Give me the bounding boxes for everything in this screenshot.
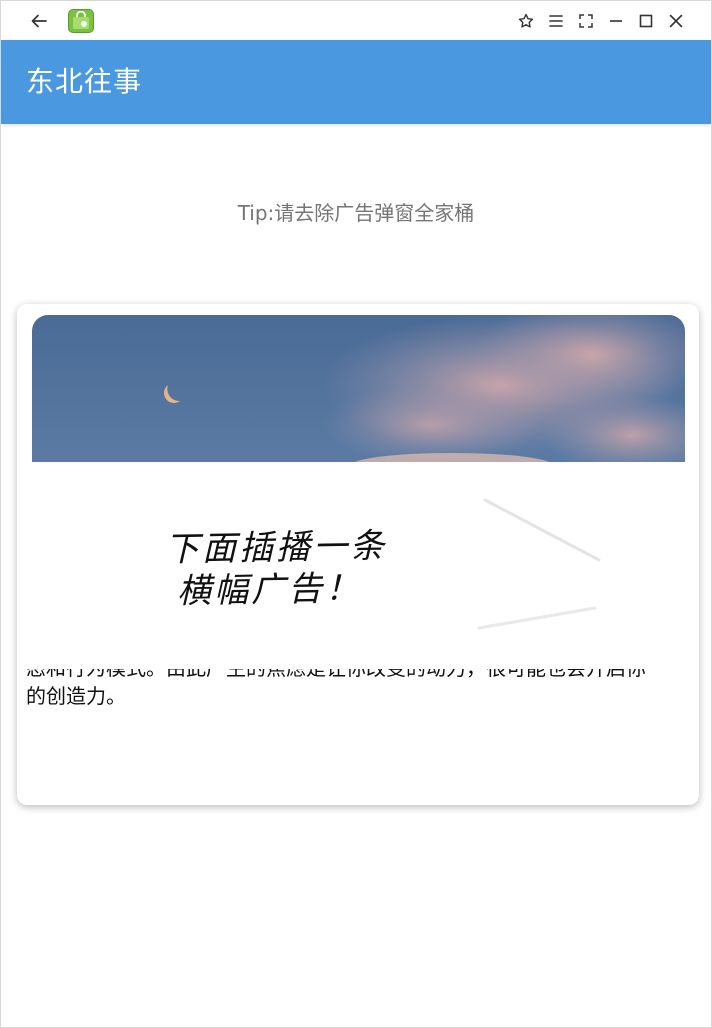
tip-text: Tip:请去除广告弹窗全家桶 bbox=[237, 201, 475, 225]
banner-text-line2: 横幅广告！ bbox=[176, 568, 363, 612]
minimize-icon bbox=[610, 20, 622, 22]
article-last-line: 的创造力。 bbox=[26, 684, 126, 708]
fullscreen-button[interactable] bbox=[574, 9, 598, 33]
fullscreen-icon bbox=[579, 14, 593, 28]
pin-button[interactable] bbox=[514, 9, 538, 33]
menu-button[interactable] bbox=[544, 9, 568, 33]
back-button[interactable] bbox=[27, 9, 51, 33]
app-window: 东北往事 Tip:请去除广告弹窗全家桶 下面插播一条 横幅广告！ 的创造力。 bbox=[0, 0, 712, 1028]
maximize-button[interactable] bbox=[634, 9, 658, 33]
close-button[interactable] bbox=[664, 9, 688, 33]
article-partial-line: 态和行为模式。由此产生的焦虑是让你改变的动力，很可能也会开启你 bbox=[26, 669, 696, 683]
menu-icon bbox=[549, 15, 563, 27]
close-icon bbox=[669, 14, 683, 28]
minimize-button[interactable] bbox=[604, 9, 628, 33]
arrow-left-icon bbox=[31, 14, 47, 28]
pin-icon bbox=[518, 13, 534, 28]
app-header: 东北往事 bbox=[1, 40, 711, 124]
bag-icon bbox=[68, 9, 94, 33]
window-title-bar bbox=[1, 1, 711, 40]
banner-ad[interactable]: 下面插播一条 横幅广告！ bbox=[17, 462, 699, 644]
cover-image bbox=[32, 315, 685, 463]
maximize-icon bbox=[639, 14, 653, 28]
page-title: 东北往事 bbox=[26, 65, 143, 98]
article-card[interactable]: 下面插播一条 横幅广告！ 态和行为模式。由此产生的焦虑是让你改变的动力，很可能也… bbox=[17, 304, 699, 805]
